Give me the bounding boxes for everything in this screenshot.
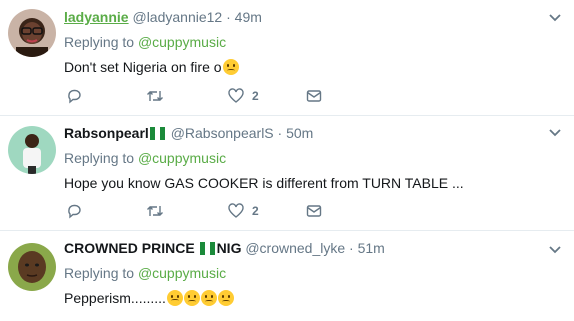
direct-message-button[interactable] <box>306 202 322 220</box>
tweet-text-content: Don't set Nigeria on fire o <box>64 59 222 75</box>
replying-to-line: Replying to @cuppymusic <box>64 149 564 167</box>
nigeria-flag-icon <box>149 126 166 140</box>
like-count: 2 <box>252 204 259 218</box>
replying-to-link[interactable]: @cuppymusic <box>138 34 226 50</box>
tweet: Rabsonpearl @RabsonpearlS · 50m Replying… <box>0 116 574 231</box>
user-handle[interactable]: @ladyannie12 <box>132 9 222 25</box>
like-icon <box>228 88 244 103</box>
like-button[interactable]: 2 <box>228 87 259 105</box>
tweet-actions: 2 <box>64 202 364 220</box>
display-name-suffix[interactable]: NIG <box>217 240 242 256</box>
reply-button[interactable] <box>66 87 82 105</box>
retweet-button[interactable] <box>146 87 164 105</box>
replying-to-line: Replying to @cuppymusic <box>64 264 564 282</box>
like-icon <box>228 203 244 218</box>
replying-to-link[interactable]: @cuppymusic <box>138 265 226 281</box>
direct-message-icon <box>306 90 322 102</box>
avatar[interactable] <box>8 126 56 174</box>
separator-dot: · <box>226 9 231 25</box>
tweet-actions: 2 <box>64 87 364 105</box>
tweet-text: Hope you know GAS COOKER is different fr… <box>64 175 464 191</box>
replying-prefix: Replying to <box>64 265 135 281</box>
tweet: ladyannie @ladyannie12 · 49m Replying to… <box>0 0 574 116</box>
avatar[interactable] <box>8 243 56 291</box>
weary-face-emoji-icon <box>222 59 239 75</box>
user-handle[interactable]: @crowned_lyke <box>245 240 345 256</box>
like-button[interactable]: 2 <box>228 202 259 220</box>
chevron-down-icon[interactable] <box>548 128 562 138</box>
frowning-face-emoji-icon <box>217 290 234 306</box>
timestamp[interactable]: 50m <box>286 125 313 141</box>
tweet-text: Don't set Nigeria on fire o <box>64 58 564 76</box>
chevron-down-icon[interactable] <box>548 245 562 255</box>
frowning-face-emoji-icon <box>200 290 217 306</box>
display-name[interactable]: CROWNED PRINCE <box>64 240 195 256</box>
frowning-face-emoji-icon <box>183 290 200 306</box>
tweet: CROWNED PRINCE NIG @crowned_lyke · 51m R… <box>0 231 574 321</box>
reply-icon <box>68 89 81 104</box>
tweet-text-content: Pepperism......... <box>64 290 166 306</box>
chevron-down-icon[interactable] <box>548 13 562 23</box>
like-count: 2 <box>252 89 259 103</box>
replying-prefix: Replying to <box>64 150 135 166</box>
display-name[interactable]: ladyannie <box>64 9 129 25</box>
retweet-icon <box>147 206 163 216</box>
tweet-text: Pepperism......... <box>64 289 564 307</box>
separator-dot: · <box>349 240 354 256</box>
reply-button[interactable] <box>66 202 82 220</box>
timestamp[interactable]: 51m <box>358 240 385 256</box>
separator-dot: · <box>277 125 283 141</box>
frowning-face-emoji-icon <box>166 290 183 306</box>
timestamp[interactable]: 49m <box>235 9 262 25</box>
nigeria-flag-icon <box>199 241 216 255</box>
replying-to-line: Replying to @cuppymusic <box>64 33 564 51</box>
retweet-icon <box>147 91 163 101</box>
direct-message-button[interactable] <box>306 87 322 105</box>
retweet-button[interactable] <box>146 202 164 220</box>
replying-to-link[interactable]: @cuppymusic <box>138 150 226 166</box>
avatar[interactable] <box>8 9 56 57</box>
direct-message-icon <box>306 205 322 217</box>
user-handle[interactable]: @RabsonpearlS <box>171 125 274 141</box>
reply-icon <box>68 204 81 219</box>
replying-prefix: Replying to <box>64 34 135 50</box>
display-name[interactable]: Rabsonpearl <box>64 125 149 141</box>
